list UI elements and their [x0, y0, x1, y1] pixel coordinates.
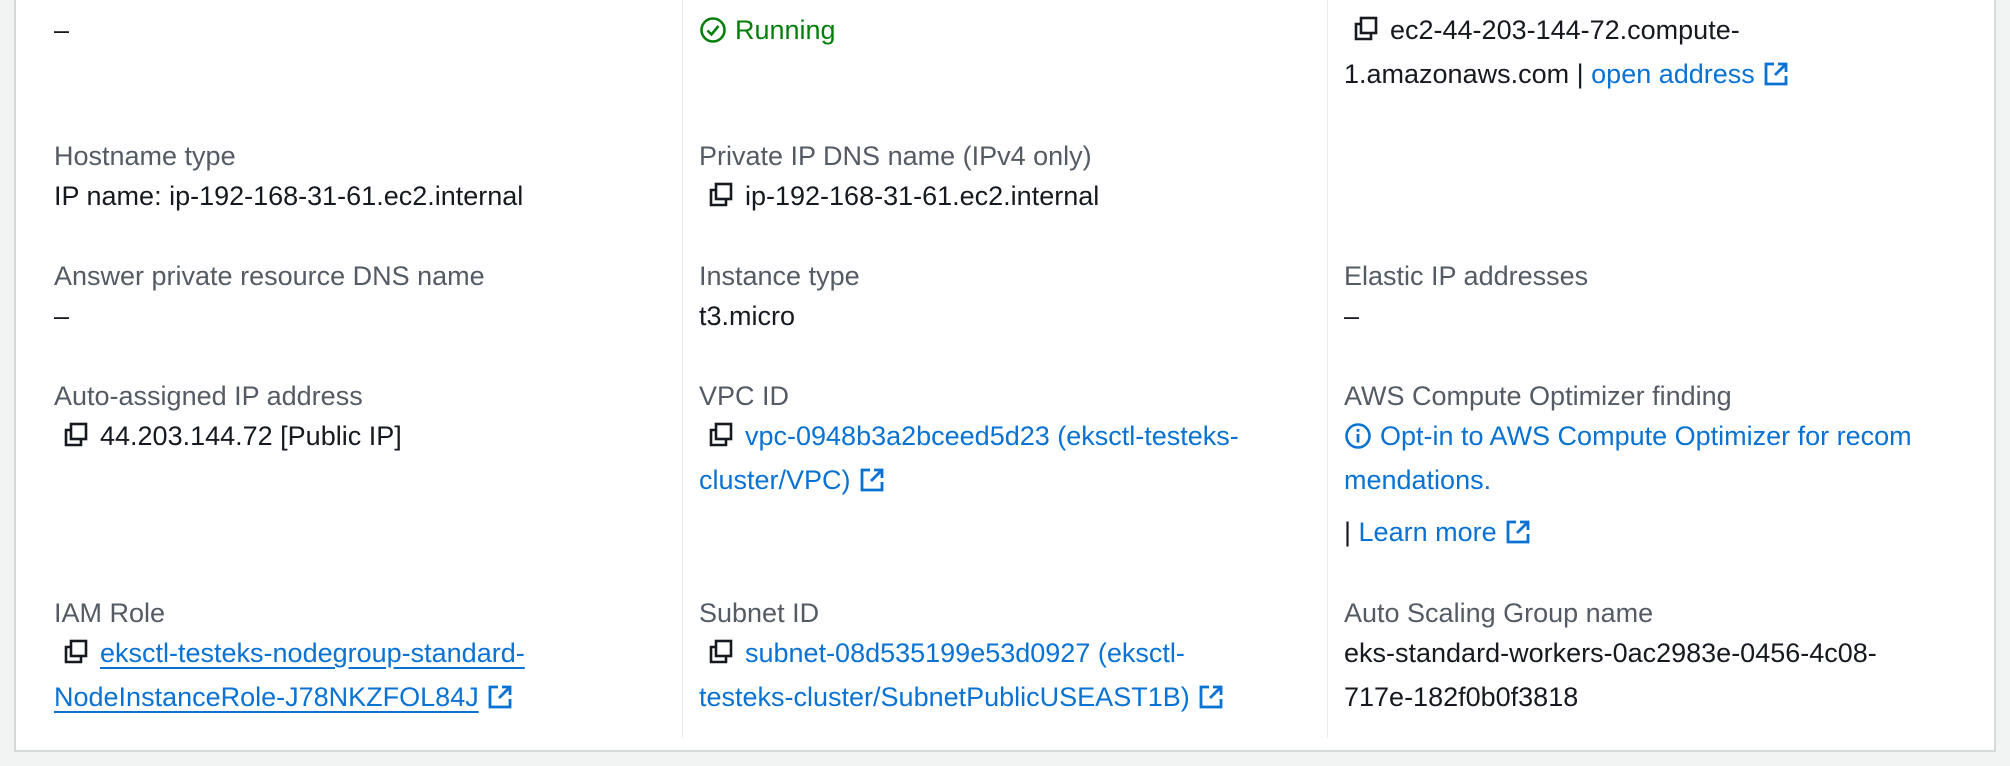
- external-link-icon[interactable]: [859, 467, 885, 493]
- private-dns-value: ip-192-168-31-61.ec2.internal: [745, 181, 1100, 211]
- public-dns-value-line1: ec2-44-203-144-72.compute-: [1390, 15, 1740, 45]
- public-dns-label: Public IPv4 DNS: [1344, 0, 1964, 8]
- info-icon: [1345, 423, 1371, 449]
- elastic-ip-field: Elastic IP addresses –: [1344, 258, 1588, 338]
- iam-role-link-line1[interactable]: eksctl-testeks-nodegroup-standard-: [100, 638, 525, 668]
- compute-optimizer-label: AWS Compute Optimizer finding: [1344, 381, 1732, 411]
- copy-icon[interactable]: [1352, 15, 1380, 43]
- iam-role-label: IAM Role: [54, 598, 166, 628]
- public-dns-field: Public IPv4 DNS ec2-44-203-144-72.comput…: [1344, 0, 1964, 96]
- elastic-ip-label: Elastic IP addresses: [1344, 261, 1589, 291]
- auto-assigned-ip-label: Auto-assigned IP address: [54, 381, 363, 411]
- external-link-icon[interactable]: [487, 684, 513, 710]
- vpc-id-link-line2[interactable]: cluster/VPC): [699, 465, 851, 495]
- private-dns-row: ip-192-168-31-61.ec2.internal: [699, 174, 1099, 218]
- hostname-type-value: IP name: ip-192-168-31-61.ec2.internal: [54, 181, 524, 211]
- compute-optimizer-field: AWS Compute Optimizer finding Opt-in to …: [1344, 378, 1984, 554]
- external-link-icon[interactable]: [1763, 61, 1789, 87]
- instance-state-field: Instance state Running: [699, 0, 867, 52]
- asg-name-value-line2: 717e-182f0b0f3818: [1344, 682, 1579, 712]
- column-divider: [1327, 0, 1328, 738]
- instance-state-row: Running: [699, 8, 867, 52]
- asg-name-label: Auto Scaling Group name: [1344, 598, 1654, 628]
- hostname-type-field: Hostname type IP name: ip-192-168-31-61.…: [54, 138, 523, 218]
- answer-dns-field: Answer private resource DNS name –: [54, 258, 485, 338]
- subnet-id-value: subnet-08d535199e53d0927 (eksctl- testek…: [699, 631, 1319, 719]
- asg-name-value: eks-standard-workers-0ac2983e-0456-4c08-…: [1344, 631, 1964, 719]
- vpc-id-link-line1[interactable]: vpc-0948b3a2bceed5d23 (eksctl-testeks-: [745, 421, 1239, 451]
- ipv6-address-field: IPv6 address –: [54, 0, 212, 52]
- external-link-icon[interactable]: [1505, 519, 1531, 545]
- opt-in-link-line2[interactable]: mendations.: [1344, 465, 1491, 495]
- public-dns-value: ec2-44-203-144-72.compute- 1.amazonaws.c…: [1344, 8, 1964, 96]
- page: IPv6 address – Hostname type IP name: ip…: [0, 0, 2010, 766]
- check-circle-icon: [700, 17, 726, 43]
- opt-in-link-line1[interactable]: Opt-in to AWS Compute Optimizer for reco…: [1380, 421, 1912, 451]
- iam-role-link-line2[interactable]: NodeInstanceRole-J78NKZFOL84J: [54, 682, 479, 712]
- learn-more-row: | Learn more: [1344, 510, 1984, 554]
- elastic-ip-value: –: [1344, 301, 1360, 331]
- instance-details-panel: IPv6 address – Hostname type IP name: ip…: [14, 0, 1996, 752]
- instance-type-value: t3.micro: [699, 301, 796, 331]
- copy-icon[interactable]: [707, 181, 735, 209]
- ipv6-address-label: IPv6 address: [54, 0, 212, 8]
- instance-state-value: Running: [735, 15, 836, 45]
- subnet-id-label: Subnet ID: [699, 598, 820, 628]
- hostname-type-label: Hostname type: [54, 141, 236, 171]
- subnet-id-link-line1[interactable]: subnet-08d535199e53d0927 (eksctl-: [745, 638, 1185, 668]
- ipv6-address-value: –: [54, 15, 70, 45]
- iam-role-value: eksctl-testeks-nodegroup-standard- NodeI…: [54, 631, 654, 719]
- copy-icon[interactable]: [707, 638, 735, 666]
- iam-role-field: IAM Role eksctl-testeks-nodegroup-standa…: [54, 595, 654, 719]
- vpc-id-label: VPC ID: [699, 381, 790, 411]
- column-divider: [682, 0, 683, 738]
- private-dns-label: Private IP DNS name (IPv4 only): [699, 141, 1092, 171]
- answer-dns-label: Answer private resource DNS name: [54, 261, 485, 291]
- auto-assigned-ip-row: 44.203.144.72 [Public IP]: [54, 414, 402, 458]
- subnet-id-link-line2[interactable]: testeks-cluster/SubnetPublicUSEAST1B): [699, 682, 1190, 712]
- vpc-id-value: vpc-0948b3a2bceed5d23 (eksctl-testeks- c…: [699, 414, 1319, 502]
- learn-more-link[interactable]: Learn more: [1359, 517, 1497, 547]
- instance-type-field: Instance type t3.micro: [699, 258, 860, 338]
- copy-icon[interactable]: [62, 421, 90, 449]
- private-dns-field: Private IP DNS name (IPv4 only) ip-192-1…: [699, 138, 1099, 218]
- copy-icon[interactable]: [62, 638, 90, 666]
- subnet-id-field: Subnet ID subnet-08d535199e53d0927 (eksc…: [699, 595, 1319, 719]
- asg-name-value-line1: eks-standard-workers-0ac2983e-0456-4c08-: [1344, 638, 1877, 668]
- separator: |: [1344, 517, 1352, 547]
- auto-assigned-ip-field: Auto-assigned IP address 44.203.144.72 […: [54, 378, 402, 458]
- instance-type-label: Instance type: [699, 261, 860, 291]
- separator: |: [1576, 59, 1584, 89]
- vpc-id-field: VPC ID vpc-0948b3a2bceed5d23 (eksctl-tes…: [699, 378, 1319, 502]
- answer-dns-value: –: [54, 301, 70, 331]
- auto-assigned-ip-value: 44.203.144.72 [Public IP]: [100, 421, 402, 451]
- copy-icon[interactable]: [707, 421, 735, 449]
- compute-optimizer-value: Opt-in to AWS Compute Optimizer for reco…: [1344, 414, 1984, 554]
- instance-state-label: Instance state: [699, 0, 867, 8]
- external-link-icon[interactable]: [1198, 684, 1224, 710]
- public-dns-value-line2: 1.amazonaws.com: [1344, 59, 1570, 89]
- open-address-link[interactable]: open address: [1591, 59, 1755, 89]
- asg-name-field: Auto Scaling Group name eks-standard-wor…: [1344, 595, 1964, 719]
